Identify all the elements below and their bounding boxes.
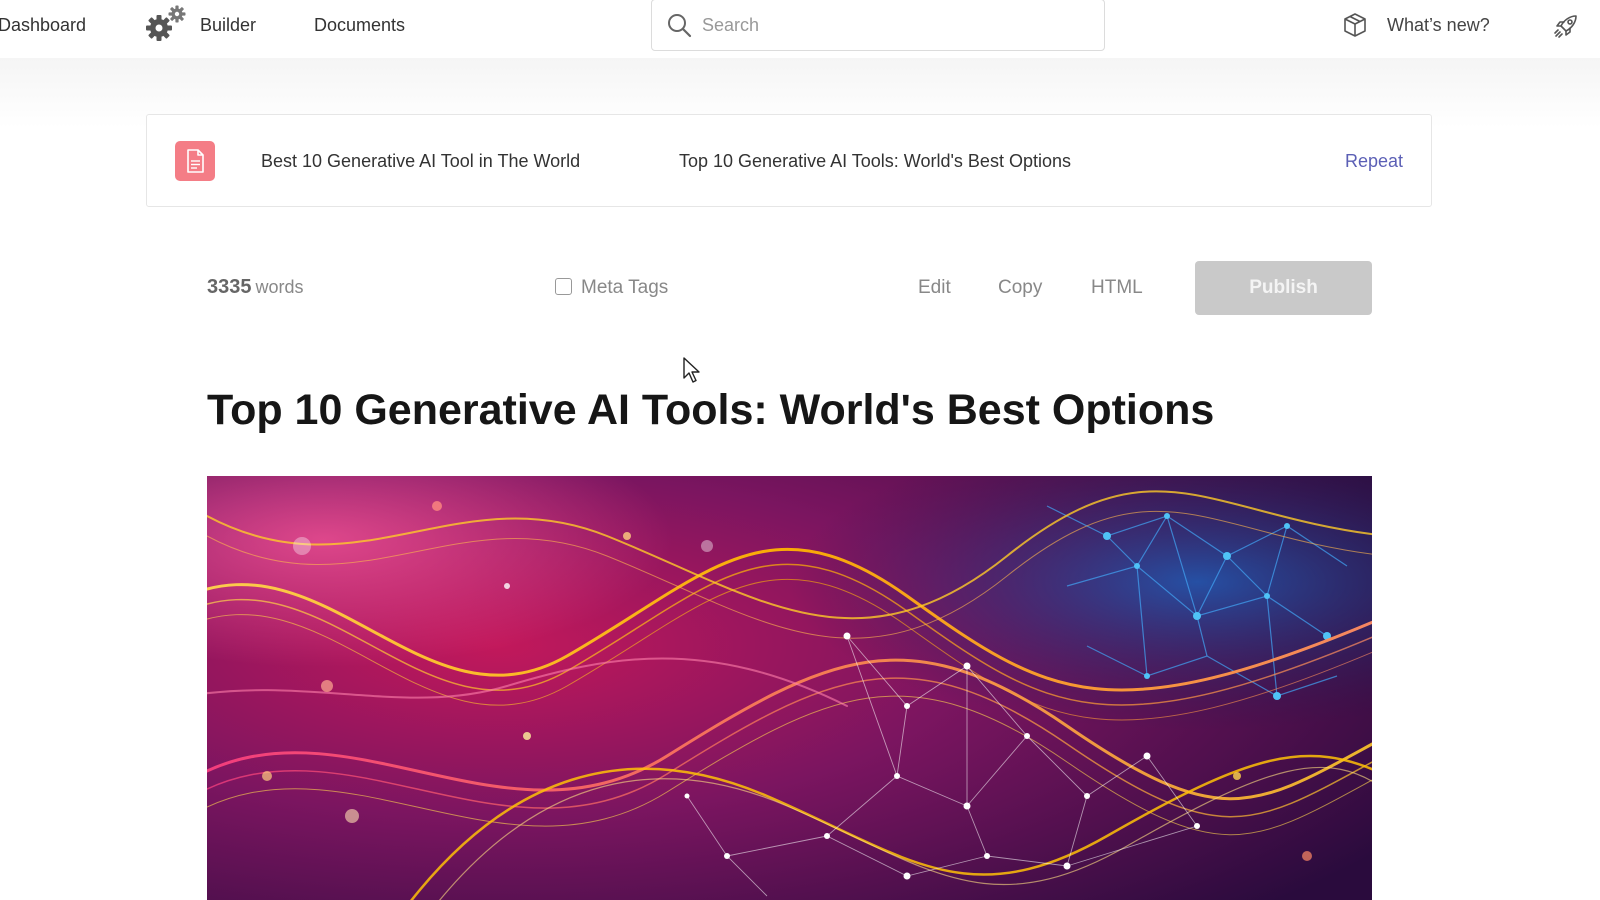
- document-icon: [175, 141, 215, 181]
- word-count-unit: words: [255, 277, 304, 297]
- word-count-number: 3335: [207, 276, 252, 298]
- nav-documents-link[interactable]: Documents: [314, 13, 405, 37]
- nav-dashboard-link[interactable]: Dashboard: [0, 13, 86, 37]
- nav-builder-link[interactable]: Builder: [200, 13, 256, 37]
- meta-tags-checkbox[interactable]: [555, 278, 572, 295]
- copy-button[interactable]: Copy: [998, 277, 1042, 299]
- rocket-icon[interactable]: [1552, 12, 1580, 40]
- html-button[interactable]: HTML: [1091, 277, 1143, 299]
- mouse-cursor-icon: [682, 356, 702, 384]
- publish-button[interactable]: Publish: [1195, 261, 1372, 315]
- gears-icon[interactable]: [144, 4, 188, 44]
- search-icon: [666, 12, 692, 38]
- edit-button[interactable]: Edit: [918, 277, 951, 299]
- search-box[interactable]: [651, 0, 1105, 51]
- meta-tags-label[interactable]: Meta Tags: [581, 277, 668, 299]
- document-card: Best 10 Generative AI Tool in The World …: [146, 114, 1432, 207]
- word-count: 3335 words: [207, 276, 304, 299]
- repeat-link[interactable]: Repeat: [1345, 151, 1403, 172]
- search-input[interactable]: [702, 12, 1082, 38]
- top-navigation-bar: Dashboard Builder Documents Search What’…: [0, 0, 1600, 58]
- document-keyword: Best 10 Generative AI Tool in The World: [261, 151, 581, 171]
- document-title: Top 10 Generative AI Tools: World's Best…: [679, 151, 1071, 171]
- article-title: Top 10 Generative AI Tools: World's Best…: [207, 386, 1215, 434]
- whats-new-link[interactable]: What’s new?: [1387, 13, 1490, 37]
- box-icon[interactable]: [1342, 12, 1368, 38]
- article-hero-image: [207, 476, 1372, 900]
